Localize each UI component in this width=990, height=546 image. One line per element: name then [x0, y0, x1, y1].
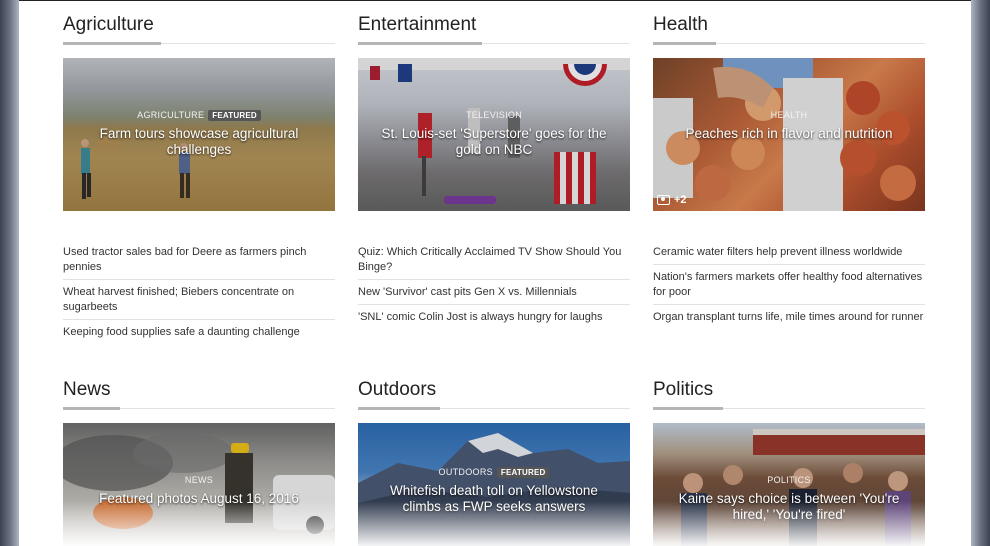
featured-card[interactable]: Television St. Louis-set 'Superstore' go… — [358, 58, 630, 211]
story-link[interactable]: Organ transplant turns life, mile times … — [653, 310, 925, 329]
card-category[interactable]: Politics — [767, 475, 810, 485]
photo-count[interactable]: +2 — [657, 194, 687, 206]
featured-badge: Featured — [208, 110, 261, 121]
card-fade — [358, 501, 630, 546]
camera-icon — [657, 195, 670, 205]
story-link[interactable]: Keeping food supplies safe a daunting ch… — [63, 325, 335, 344]
story-list: Used tractor sales bad for Deere as farm… — [63, 245, 335, 349]
section-underline — [358, 42, 482, 45]
card-category-row: Agriculture Featured — [63, 110, 335, 121]
featured-card[interactable]: News Featured photos August 16, 2016 — [63, 423, 335, 546]
section-underline — [358, 407, 440, 410]
card-category-row: Television — [358, 110, 630, 120]
section-underline — [653, 42, 716, 45]
card-fade — [653, 501, 925, 546]
card-category-row: Politics — [653, 475, 925, 485]
section-outdoors: Outdoors Outdoors Featured Whitefish deat… — [358, 366, 630, 546]
section-news: News News Featured photos August 16, 201… — [63, 366, 335, 546]
section-header: Health — [653, 1, 925, 45]
section-health: Health Health Peach — [653, 1, 925, 323]
photo-count-label: +2 — [674, 194, 687, 206]
section-underline — [63, 407, 120, 410]
card-category-row: Outdoors Featured — [358, 467, 630, 478]
section-title[interactable]: Outdoors — [358, 378, 436, 402]
featured-badge: Featured — [496, 467, 550, 478]
page: Agriculture Agriculture Featured Farm tou… — [19, 0, 971, 546]
story-link[interactable]: New 'Survivor' cast pits Gen X vs. Mille… — [358, 285, 630, 305]
section-header: Politics — [653, 366, 925, 410]
card-title[interactable]: Farm tours showcase agricultural challen… — [81, 126, 317, 158]
section-header: Outdoors — [358, 366, 630, 410]
section-title[interactable]: Politics — [653, 378, 713, 402]
story-link[interactable]: Nation's farmers markets offer healthy f… — [653, 270, 925, 305]
featured-card[interactable]: Outdoors Featured Whitefish death toll on… — [358, 423, 630, 546]
card-fade — [63, 501, 335, 546]
featured-card[interactable]: Health Peaches rich in flavor and nutrit… — [653, 58, 925, 211]
card-category[interactable]: Health — [771, 110, 808, 120]
section-politics: Politics Politics Kaine says choice i — [653, 366, 925, 546]
section-underline — [63, 42, 161, 45]
section-entertainment: Entertainment TELEVISION St. Louis-set '… — [358, 1, 630, 323]
section-underline — [653, 407, 723, 410]
card-category-row: Health — [653, 110, 925, 120]
card-category[interactable]: Agriculture — [137, 110, 204, 120]
section-title[interactable]: Entertainment — [358, 13, 476, 37]
card-title[interactable]: St. Louis-set 'Superstore' goes for the … — [376, 126, 612, 158]
story-list: Quiz: Which Critically Acclaimed TV Show… — [358, 245, 630, 334]
story-link[interactable]: Used tractor sales bad for Deere as farm… — [63, 245, 335, 280]
card-category[interactable]: Television — [466, 110, 522, 120]
featured-card[interactable]: Agriculture Featured Farm tours showcase … — [63, 58, 335, 211]
section-header: News — [63, 366, 335, 410]
story-link[interactable]: Quiz: Which Critically Acclaimed TV Show… — [358, 245, 630, 280]
section-title[interactable]: Health — [653, 13, 708, 37]
card-category-row: News — [63, 475, 335, 485]
section-title[interactable]: News — [63, 378, 111, 402]
card-title[interactable]: Peaches rich in flavor and nutrition — [671, 126, 907, 142]
featured-card[interactable]: Politics Kaine says choice is between 'Y… — [653, 423, 925, 546]
card-category[interactable]: News — [185, 475, 213, 485]
story-list: Ceramic water filters help prevent illne… — [653, 245, 925, 334]
section-title[interactable]: Agriculture — [63, 13, 154, 37]
section-header: Entertainment — [358, 1, 630, 45]
card-category[interactable]: Outdoors — [439, 467, 493, 477]
story-link[interactable]: Ceramic water filters help prevent illne… — [653, 245, 925, 265]
story-link[interactable]: Wheat harvest finished; Biebers concentr… — [63, 285, 335, 320]
story-link[interactable]: 'SNL' comic Colin Jost is always hungry … — [358, 310, 630, 329]
section-header: Agriculture — [63, 1, 335, 45]
section-agriculture: Agriculture Agriculture Featured Farm tou… — [63, 1, 335, 338]
